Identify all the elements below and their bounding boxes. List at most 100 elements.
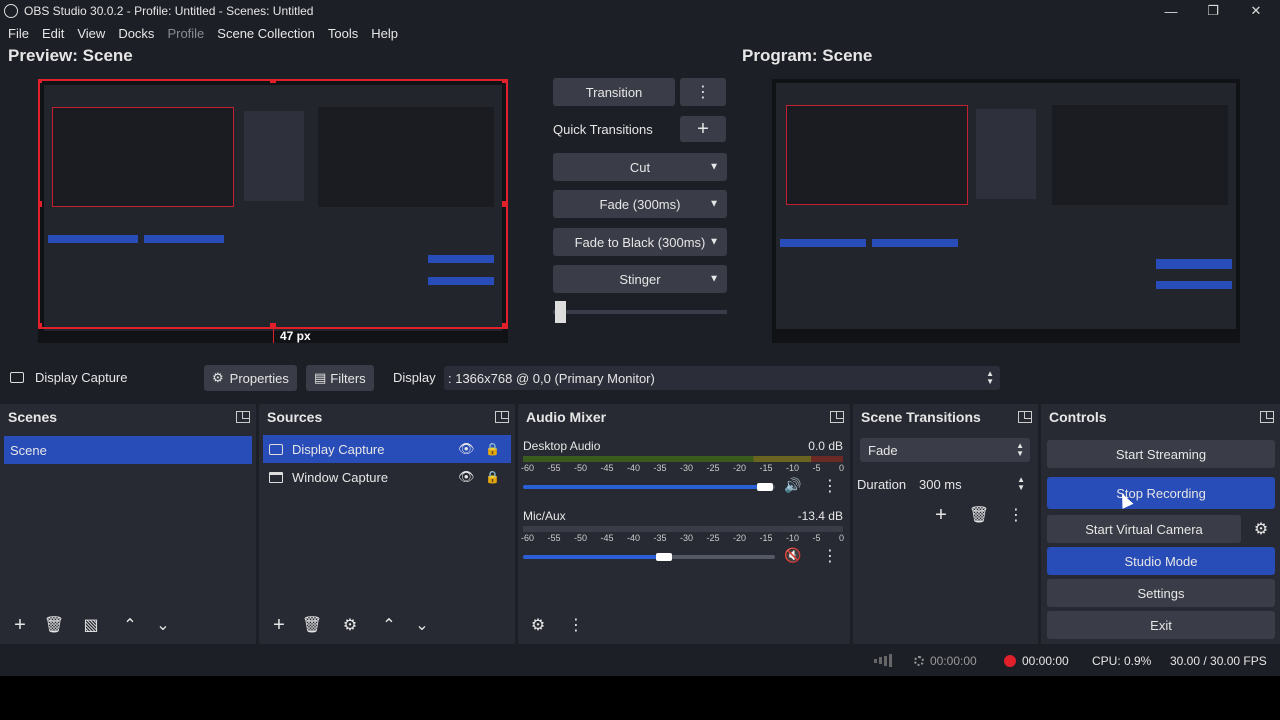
resize-handle[interactable] bbox=[38, 79, 42, 83]
menu-docks[interactable]: Docks bbox=[118, 26, 154, 41]
undock-icon[interactable] bbox=[1018, 411, 1032, 423]
transition-menu-icon[interactable]: ⋮ bbox=[1003, 503, 1029, 527]
volume-slider-fill[interactable] bbox=[523, 485, 765, 489]
move-down-icon[interactable]: ⌄ bbox=[150, 613, 176, 637]
add-source-icon[interactable]: + bbox=[266, 613, 292, 637]
tbar-track[interactable] bbox=[553, 310, 727, 314]
source-item-label: Window Capture bbox=[292, 469, 389, 485]
sources-dock-title: Sources bbox=[267, 409, 323, 425]
audio-mixer-dock-title: Audio Mixer bbox=[526, 409, 607, 425]
quick-transition-stinger[interactable]: Stinger ▼ bbox=[553, 265, 727, 293]
move-up-icon[interactable]: ⌃ bbox=[376, 613, 402, 637]
undock-icon[interactable] bbox=[830, 411, 844, 423]
lock-icon[interactable]: 🔒 bbox=[485, 470, 500, 484]
scene-transitions-dock-title: Scene Transitions bbox=[861, 409, 981, 425]
transition-select[interactable]: Fade ▲ ▼ bbox=[860, 438, 1030, 462]
meter-scale-tick: -60 bbox=[521, 463, 535, 473]
resize-handle[interactable] bbox=[38, 323, 42, 329]
quick-transition-fade-to-black[interactable]: Fade to Black (300ms) ▼ bbox=[553, 228, 727, 256]
volume-slider-knob[interactable] bbox=[757, 483, 773, 491]
undock-icon[interactable] bbox=[236, 411, 250, 423]
virtual-camera-gear-icon[interactable]: ⚙ bbox=[1248, 517, 1274, 541]
minimize-button[interactable]: — bbox=[1151, 0, 1191, 22]
cpu-usage: CPU: 0.9% bbox=[1092, 654, 1152, 668]
program-screen-content bbox=[776, 83, 1236, 329]
move-up-icon[interactable]: ⌃ bbox=[117, 613, 143, 637]
duration-spinbox[interactable]: 300 ms ▲ ▼ bbox=[915, 472, 1031, 496]
quick-transition-cut[interactable]: Cut ▼ bbox=[553, 153, 727, 181]
eye-icon[interactable]: 👁 bbox=[458, 469, 475, 485]
transition-button[interactable]: Transition bbox=[553, 78, 675, 106]
close-button[interactable]: ✕ bbox=[1236, 0, 1276, 22]
volume-slider-knob[interactable] bbox=[656, 553, 672, 561]
eye-icon[interactable]: 👁 bbox=[458, 441, 475, 457]
channel-menu-icon[interactable]: ⋮ bbox=[822, 546, 838, 566]
menu-profile[interactable]: Profile bbox=[167, 26, 204, 41]
monitor-icon bbox=[269, 443, 283, 455]
menu-scene-collection[interactable]: Scene Collection bbox=[217, 26, 315, 41]
source-item[interactable]: Display Capture 👁 🔒 bbox=[263, 435, 511, 463]
lock-icon[interactable]: 🔒 bbox=[485, 442, 500, 456]
source-item[interactable]: Window Capture 👁 🔒 bbox=[263, 463, 511, 491]
tbar-handle[interactable] bbox=[555, 301, 566, 323]
undock-icon[interactable] bbox=[1260, 411, 1274, 423]
sources-dock: Sources Display Capture 👁 🔒 Window Captu… bbox=[259, 404, 515, 644]
speaker-icon[interactable]: 🔊 bbox=[784, 477, 801, 494]
scene-item[interactable]: Scene bbox=[4, 436, 252, 464]
filter-icon: ▤ bbox=[314, 370, 327, 385]
undock-icon[interactable] bbox=[495, 411, 509, 423]
scene-transitions-dock: Scene Transitions Fade ▲ ▼ Duration 300 m… bbox=[853, 404, 1038, 644]
add-transition-icon[interactable]: + bbox=[928, 503, 954, 527]
transition-more-icon[interactable]: ⋮ bbox=[680, 78, 726, 106]
resize-handle[interactable] bbox=[502, 79, 508, 83]
resize-handle[interactable] bbox=[38, 201, 42, 207]
settings-button[interactable]: Settings bbox=[1047, 579, 1275, 607]
resize-handle[interactable] bbox=[502, 201, 508, 207]
menu-edit[interactable]: Edit bbox=[42, 26, 64, 41]
title-bar: OBS Studio 30.0.2 - Profile: Untitled - … bbox=[0, 0, 1280, 22]
scene-filters-icon[interactable]: ▧ bbox=[78, 613, 104, 637]
menu-file[interactable]: File bbox=[8, 26, 29, 41]
mixer-menu-icon[interactable]: ⋮ bbox=[563, 613, 589, 637]
exit-button[interactable]: Exit bbox=[1047, 611, 1275, 639]
menu-view[interactable]: View bbox=[77, 26, 105, 41]
resize-handle[interactable] bbox=[502, 323, 508, 329]
start-virtual-camera-button[interactable]: Start Virtual Camera bbox=[1047, 515, 1241, 543]
trash-icon[interactable]: 🗑 bbox=[299, 613, 325, 637]
audio-channel-name: Mic/Aux bbox=[523, 509, 566, 523]
quick-transition-label: Stinger bbox=[619, 271, 661, 287]
preview-canvas[interactable]: 47 px bbox=[38, 79, 508, 343]
menu-help[interactable]: Help bbox=[371, 26, 398, 41]
studio-mode-button[interactable]: Studio Mode bbox=[1047, 547, 1275, 575]
volume-slider-fill[interactable] bbox=[523, 555, 664, 559]
filters-button[interactable]: ▤ Filters bbox=[306, 365, 374, 391]
selection-outline bbox=[38, 79, 508, 329]
quick-transition-label: Cut bbox=[629, 159, 651, 175]
meter-scale-tick: -40 bbox=[627, 533, 641, 543]
audio-channel-level: -13.4 dB bbox=[797, 509, 843, 523]
volume-slider-track[interactable] bbox=[664, 555, 775, 559]
start-streaming-button[interactable]: Start Streaming bbox=[1047, 440, 1275, 468]
scenes-dock-title: Scenes bbox=[8, 409, 58, 425]
channel-menu-icon[interactable]: ⋮ bbox=[822, 476, 838, 496]
resize-handle[interactable] bbox=[270, 79, 276, 83]
add-scene-icon[interactable]: + bbox=[7, 613, 33, 637]
menu-tools[interactable]: Tools bbox=[328, 26, 358, 41]
muted-speaker-icon[interactable]: 🔇 bbox=[784, 547, 801, 564]
advanced-audio-gear-icon[interactable]: ⚙ bbox=[525, 613, 551, 637]
restore-button[interactable]: ❐ bbox=[1193, 0, 1233, 22]
taskbar-area bbox=[0, 676, 1280, 720]
move-down-icon[interactable]: ⌄ bbox=[409, 613, 435, 637]
gear-icon[interactable]: ⚙ bbox=[337, 613, 363, 637]
stop-recording-button[interactable]: Stop Recording bbox=[1047, 477, 1275, 509]
quick-transition-fade[interactable]: Fade (300ms) ▼ bbox=[553, 190, 727, 218]
transition-select-value: Fade bbox=[868, 442, 898, 458]
trash-icon[interactable]: 🗑 bbox=[41, 613, 67, 637]
trash-icon[interactable]: 🗑 bbox=[966, 503, 992, 527]
properties-button-label: Properties bbox=[229, 370, 289, 386]
meter-scale-tick: 0 bbox=[839, 463, 845, 473]
add-quick-transition-icon[interactable]: + bbox=[680, 116, 726, 142]
obs-logo-icon bbox=[4, 4, 18, 18]
properties-button[interactable]: ⚙ Properties bbox=[204, 365, 297, 391]
display-select[interactable]: : 1366x768 @ 0,0 (Primary Monitor) ▲ ▼ bbox=[444, 366, 1000, 390]
